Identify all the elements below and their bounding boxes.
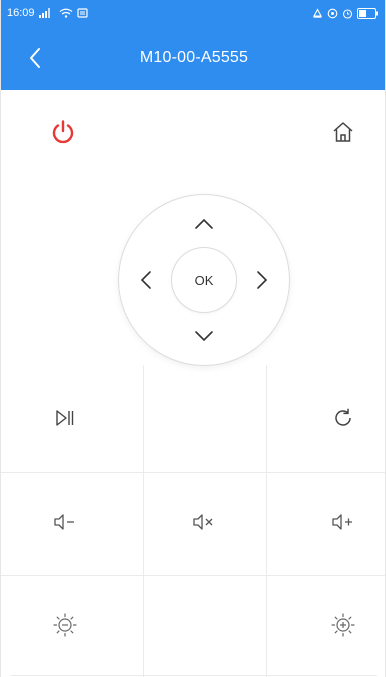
brightness-up-icon xyxy=(331,613,355,637)
volume-up-icon xyxy=(332,514,352,530)
page-title: M10-00-A5555 xyxy=(139,49,249,66)
header-bar: 16:09 M10-00-A5555 xyxy=(1,0,385,90)
signal-icon xyxy=(38,8,55,18)
down-button[interactable] xyxy=(187,319,221,353)
status-bar-right xyxy=(312,7,379,19)
title-bar: M10-00-A5555 xyxy=(1,26,385,90)
power-icon xyxy=(52,120,74,144)
brightness-down-icon xyxy=(53,613,77,637)
status-bar-left: 16:09 xyxy=(7,7,89,19)
chevron-down-icon xyxy=(195,331,213,342)
grid-divider xyxy=(1,472,385,473)
grid-divider xyxy=(1,575,385,576)
home-button[interactable] xyxy=(323,112,363,152)
mute-icon xyxy=(193,514,213,530)
status-time: 16:09 xyxy=(7,7,35,19)
grid-divider xyxy=(266,365,267,677)
volume-up-button[interactable] xyxy=(323,502,363,542)
refresh-button[interactable] xyxy=(323,398,363,438)
right-button[interactable] xyxy=(245,263,279,297)
battery-icon xyxy=(357,7,379,19)
ok-button[interactable]: OK xyxy=(172,248,236,312)
power-button[interactable] xyxy=(43,112,83,152)
up-button[interactable] xyxy=(187,207,221,241)
grid-divider xyxy=(143,365,144,677)
brightness-down-button[interactable] xyxy=(45,605,85,645)
alarm-icon xyxy=(312,7,323,19)
volume-down-icon xyxy=(54,514,74,530)
direction-pad: OK xyxy=(119,195,289,365)
sim-icon xyxy=(76,8,89,18)
home-icon xyxy=(333,122,353,142)
location-icon xyxy=(327,8,338,19)
left-button[interactable] xyxy=(129,263,163,297)
status-bar: 16:09 xyxy=(1,0,385,26)
chevron-left-icon xyxy=(30,48,40,68)
play-pause-button[interactable] xyxy=(45,398,85,438)
chevron-right-icon xyxy=(257,271,268,289)
wifi-icon xyxy=(59,8,73,18)
volume-down-button[interactable] xyxy=(45,502,85,542)
chevron-left-icon xyxy=(140,271,151,289)
back-button[interactable] xyxy=(15,38,55,78)
chevron-up-icon xyxy=(195,218,213,229)
refresh-icon xyxy=(335,408,351,426)
play-pause-icon xyxy=(56,410,74,426)
mute-button[interactable] xyxy=(184,502,224,542)
brightness-up-button[interactable] xyxy=(323,605,363,645)
clock-icon xyxy=(342,8,353,19)
remote-control-screen: 16:09 M10-00-A5555 OK xyxy=(0,0,386,677)
grid-divider xyxy=(11,675,377,676)
ok-label: OK xyxy=(194,272,214,288)
